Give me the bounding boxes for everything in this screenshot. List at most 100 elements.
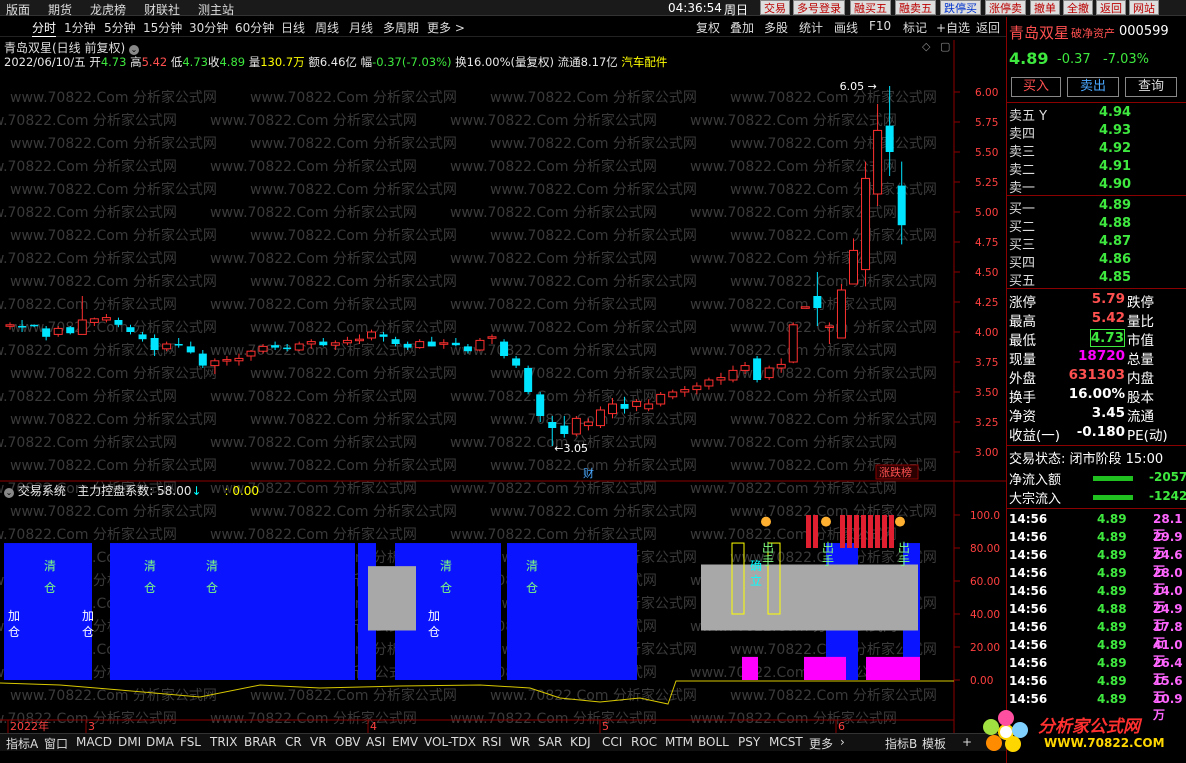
indicator-b-tab[interactable]: 指标B	[885, 735, 917, 752]
multi-login-button[interactable]: 多号登录	[793, 0, 845, 15]
trade-button[interactable]: 交易	[760, 0, 790, 15]
tab-intraday[interactable]: 分时	[32, 19, 57, 37]
indicator-tab-dma[interactable]: DMA	[146, 735, 174, 749]
tab-1min[interactable]: 1分钟	[64, 19, 96, 36]
indicator-toggle-icon[interactable]: ⌄	[4, 488, 14, 498]
menu-layout[interactable]: 版面	[6, 1, 30, 18]
tab-15min[interactable]: 15分钟	[143, 19, 182, 36]
back-button[interactable]: 返回	[976, 19, 1000, 36]
mark-button[interactable]: 标记	[903, 19, 927, 36]
tab-daily[interactable]: 日线	[281, 19, 305, 36]
tick-price: 4.89	[1097, 548, 1127, 562]
menu-dragon-tiger[interactable]: 龙虎榜	[90, 1, 126, 18]
indicator-tab-wr[interactable]: WR	[510, 735, 530, 749]
indicator-tab-rsi[interactable]: RSI	[482, 735, 502, 749]
month-label: 6	[838, 720, 845, 733]
indicator-tab-brar[interactable]: BRAR	[244, 735, 277, 749]
bid-row[interactable]: 买三 4.87	[1009, 234, 1179, 253]
ask-level-label: 卖五 Y	[1009, 109, 1048, 124]
clear-label: 清	[526, 559, 538, 573]
indicator-tab-trix[interactable]: TRIX	[210, 735, 237, 749]
tab-5min[interactable]: 5分钟	[104, 19, 136, 36]
diamond-icon[interactable]: ◇	[922, 40, 930, 53]
tick-price: 4.89	[1097, 584, 1127, 598]
chart-area[interactable]: www.70822.Com 分析家公式网 www.70822.Com 分析家公式网…	[0, 40, 1006, 733]
limit-up-sell-button[interactable]: 涨停卖	[985, 0, 1026, 15]
tab-more[interactable]: 更多 >	[427, 19, 465, 36]
bid-row[interactable]: 买一 4.89	[1009, 198, 1179, 217]
scroll-right-icon[interactable]: ›	[840, 735, 845, 749]
ask-row[interactable]: 卖三 4.92	[1009, 141, 1179, 160]
indicator-tab-macd[interactable]: MACD	[76, 735, 112, 749]
indicator-tab-asi[interactable]: ASI	[366, 735, 385, 749]
bid-row[interactable]: 买二 4.88	[1009, 216, 1179, 235]
buy-button[interactable]: 买入	[1011, 77, 1061, 97]
draw-line-button[interactable]: 画线	[834, 19, 858, 36]
indicator-tab-sar[interactable]: SAR	[538, 735, 562, 749]
add-watchlist-button[interactable]: +自选	[936, 19, 970, 36]
indicator-tab-boll[interactable]: BOLL	[698, 735, 729, 749]
multi-stock-button[interactable]: 多股	[764, 19, 788, 36]
tab-30min[interactable]: 30分钟	[189, 19, 228, 36]
query-button[interactable]: 查询	[1125, 77, 1177, 97]
bid-row[interactable]: 买五 4.85	[1009, 270, 1179, 289]
tab-multi-period[interactable]: 多周期	[383, 19, 419, 36]
indicator-tab-cr[interactable]: CR	[285, 735, 302, 749]
indicator-tab-dmi[interactable]: DMI	[118, 735, 141, 749]
cancel-all-button[interactable]: 全撤	[1063, 0, 1093, 15]
indicator-tab--a[interactable]: 指标A	[6, 735, 38, 752]
tab-weekly[interactable]: 周线	[315, 19, 339, 36]
tab-60min[interactable]: 60分钟	[235, 19, 274, 36]
margin-buy5-button[interactable]: 融买五	[850, 0, 891, 15]
indicator-tab-psy[interactable]: PSY	[738, 735, 760, 749]
strong-signal-stripe	[868, 515, 873, 548]
limit-down-buy-button[interactable]: 跌停买	[940, 0, 981, 15]
watermark-text: www.70822.Com 分析家公式网	[0, 526, 177, 543]
stat-label-2: PE(动)	[1127, 428, 1168, 444]
indicator-tab-vr[interactable]: VR	[310, 735, 327, 749]
candle-body	[656, 393, 666, 405]
indicator-tab-vol-tdx[interactable]: VOL-TDX	[424, 735, 476, 749]
watermark-text: www.70822.Com 分析家公式网	[210, 434, 417, 451]
menu-futures[interactable]: 期货	[48, 1, 72, 18]
ask-level-label: 卖二	[1009, 163, 1036, 178]
ask-row[interactable]: 卖二 4.91	[1009, 159, 1179, 178]
indicator-tick-label: 100.0	[970, 510, 1000, 522]
menu-cls[interactable]: 财联社	[144, 1, 180, 18]
stats-button[interactable]: 统计	[799, 19, 823, 36]
indicator-tab-mcst[interactable]: MCST	[769, 735, 803, 749]
ask-row[interactable]: 卖五 Y 4.94	[1009, 105, 1179, 124]
sector-label[interactable]: 汽车配件	[621, 55, 667, 69]
indicator-tab-fsl[interactable]: FSL	[180, 735, 201, 749]
indicator-tab-roc[interactable]: ROC	[631, 735, 657, 749]
watermark-text: www.70822.Com 分析家公式网	[730, 89, 937, 106]
margin-sell5-button[interactable]: 融卖五	[895, 0, 936, 15]
add-tab-button[interactable]: +	[962, 735, 972, 749]
tab-monthly[interactable]: 月线	[349, 19, 373, 36]
cancel-order-button[interactable]: 撤单	[1030, 0, 1060, 15]
sell-button[interactable]: 卖出	[1067, 77, 1119, 97]
return-button[interactable]: 返回	[1096, 0, 1126, 15]
candle-body	[873, 129, 883, 195]
website-button[interactable]: 网站	[1129, 0, 1159, 15]
indicator-tab-obv[interactable]: OBV	[335, 735, 361, 749]
indicator-tab--[interactable]: 更多	[809, 735, 833, 752]
open-label: 开	[89, 55, 101, 69]
indicator-tab-kdj[interactable]: KDJ	[570, 735, 591, 749]
menu-test-server[interactable]: 测主站	[198, 1, 234, 18]
ask-row[interactable]: 卖四 4.93	[1009, 123, 1179, 142]
template-tab[interactable]: 模板	[922, 735, 946, 752]
watermark-text: www.70822.Com 分析家公式网	[210, 296, 417, 313]
square-icon[interactable]: ▢	[940, 40, 950, 53]
overlay-button[interactable]: 叠加	[730, 19, 754, 36]
bid-row[interactable]: 买四 4.86	[1009, 252, 1179, 271]
indicator-tab--[interactable]: 窗口	[44, 735, 68, 752]
indicator-tab-mtm[interactable]: MTM	[665, 735, 693, 749]
adjust-button[interactable]: 复权	[696, 19, 720, 36]
indicator-tab-cci[interactable]: CCI	[602, 735, 622, 749]
candle-body	[644, 403, 654, 410]
watermark-text: www.70822.Com 分析家公式网	[250, 89, 457, 106]
f10-button[interactable]: F10	[869, 19, 891, 33]
indicator-tab-emv[interactable]: EMV	[392, 735, 418, 749]
ask-row[interactable]: 卖一 4.90	[1009, 177, 1179, 196]
